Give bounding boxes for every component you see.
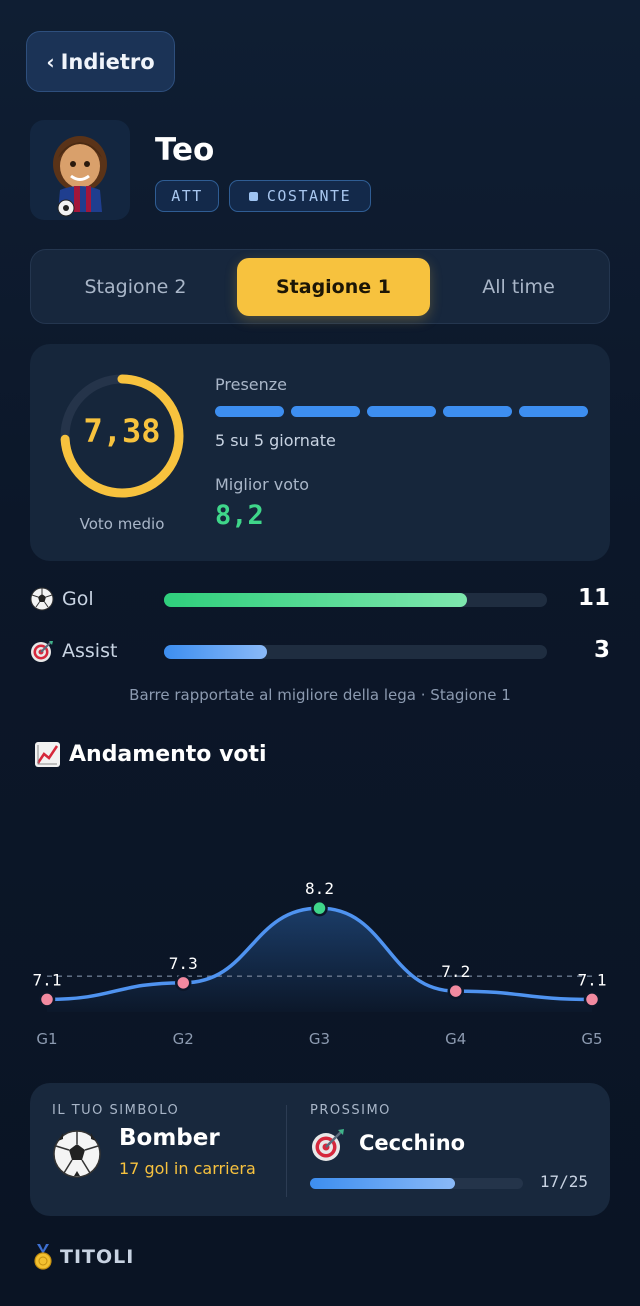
data-point[interactable] [38,991,56,1008]
trend-title: Andamento voti [34,741,267,768]
divider [286,1105,287,1197]
x-tick-label: G1 [36,1030,57,1048]
x-tick-label: G3 [309,1030,330,1048]
chart-increasing-icon [35,742,60,767]
metric-fill [164,645,268,659]
style-badge: COSTANTE [229,180,371,212]
data-point[interactable] [311,899,328,917]
square-icon [248,191,258,201]
chevron-left-icon: ‹ [46,49,55,74]
player-avatar [30,120,130,220]
tab-stagione-1[interactable]: Stagione 1 [237,258,430,316]
appearance-bar [291,406,360,417]
next-progress-count: 17/25 [539,1172,588,1191]
symbol-subtitle: 17 gol in carriera [119,1159,256,1178]
x-tick-label: G5 [581,1030,602,1048]
season-selector: Stagione 2 Stagione 1 All time [30,249,610,324]
average-value: 7,38 [83,412,161,450]
appearance-bar [519,406,588,417]
tab-all-time[interactable]: All time [422,258,615,316]
titles-header: TITOLI [34,1244,134,1270]
metric-track [164,593,547,607]
data-label: 7.2 [441,962,470,981]
trend-chart: 7.1 G1 7.3 G2 8.2 G3 7.2 G4 7.1 G5 [33,879,607,1048]
target-icon [31,641,53,662]
data-label: 8.2 [305,879,334,898]
next-name: Cecchino [359,1131,466,1155]
target-icon [312,1129,344,1161]
role-badge: ATT [155,180,219,212]
appearance-bar [443,406,512,417]
symbol-name: Bomber [119,1125,220,1151]
appearances-bars [215,406,588,417]
stats-card: 7,38 Voto medio Presenze 5 su 5 giornate… [30,344,610,561]
data-point[interactable] [447,982,464,1000]
metric-track [164,645,547,659]
appearance-bar [215,406,284,417]
symbol-caption: IL TUO SIMBOLO [52,1103,180,1118]
best-vote-label: Miglior voto [215,475,310,494]
back-button[interactable]: ‹ Indietro [26,31,175,92]
next-progress-track [310,1178,523,1189]
next-caption: PROSSIMO [310,1103,391,1118]
x-tick-label: G2 [173,1030,194,1048]
appearances-text: 5 su 5 giornate [215,431,336,450]
metrics-note: Barre rapportate al migliore della lega … [129,686,511,704]
back-label: Indietro [60,49,155,74]
titles-label: TITOLI [60,1246,135,1268]
data-label: 7.1 [33,970,62,989]
metric-row-assist: Assist 3 [30,637,610,667]
appearance-bar [367,406,436,417]
trend-title-label: Andamento voti [69,742,267,767]
data-point[interactable] [175,974,192,992]
next-progress-fill [310,1178,455,1189]
appearances-label: Presenze [215,375,287,394]
medal-icon [34,1244,52,1270]
chart-area [47,908,592,1012]
metric-value: 3 [593,637,610,663]
data-label: 7.1 [578,970,607,989]
metric-value: 11 [577,585,610,611]
data-label: 7.3 [169,954,198,973]
best-vote-value: 8,2 [215,500,264,531]
metric-label: Assist [62,640,118,662]
tab-stagione-2[interactable]: Stagione 2 [39,258,232,316]
data-point[interactable] [583,991,601,1008]
soccer-ball-icon [53,1130,101,1178]
x-tick-label: G4 [445,1030,466,1048]
metric-label: Gol [62,588,94,610]
metric-row-gol: Gol 11 [30,585,610,615]
metric-fill [164,593,467,607]
symbol-card: IL TUO SIMBOLO Bomber 17 gol in carriera… [30,1083,610,1216]
average-caption: Voto medio [79,515,165,533]
player-name: Teo [155,132,215,168]
style-badge-label: COSTANTE [266,187,352,205]
soccer-ball-icon [30,587,54,611]
